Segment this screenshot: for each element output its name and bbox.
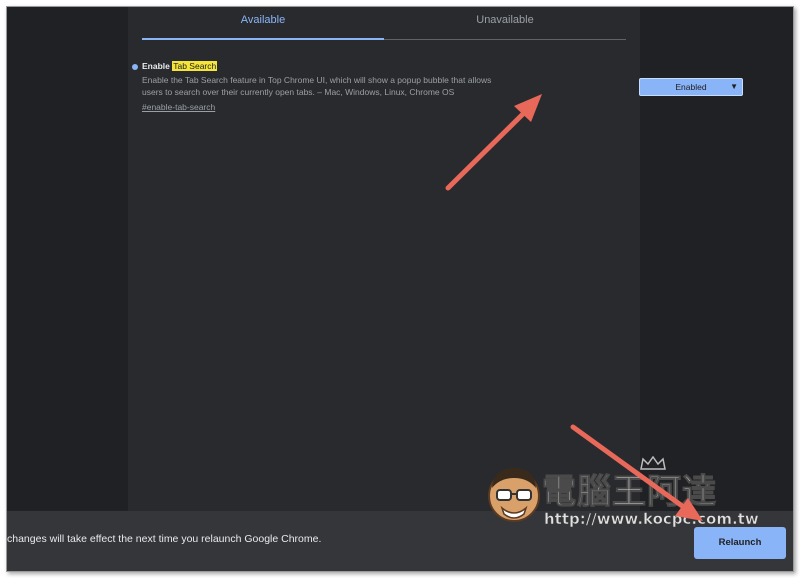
experiment-title: Enable Tab Search xyxy=(142,61,218,71)
relaunch-message: changes will take effect the next time y… xyxy=(7,533,322,545)
search-highlight: Tab Search xyxy=(172,61,218,71)
tab-available[interactable]: Available xyxy=(142,7,384,40)
left-margin xyxy=(7,7,128,511)
experiment-state-select[interactable]: Enabled ▼ xyxy=(639,78,743,96)
tab-bar: Available Unavailable xyxy=(142,7,626,40)
select-value: Enabled xyxy=(675,82,707,92)
tab-unavailable[interactable]: Unavailable xyxy=(384,7,626,39)
relaunch-button[interactable]: Relaunch xyxy=(694,527,786,559)
screenshot-frame: Available Unavailable Enable Tab Search … xyxy=(6,6,794,572)
experiment-description: Enable the Tab Search feature in Top Chr… xyxy=(142,75,492,97)
flags-panel: Available Unavailable Enable Tab Search … xyxy=(128,7,743,511)
experiment-permalink[interactable]: #enable-tab-search xyxy=(142,102,215,112)
new-experiment-dot xyxy=(132,64,138,70)
experiment-title-prefix: Enable xyxy=(142,61,173,71)
relaunch-bar: changes will take effect the next time y… xyxy=(7,511,793,571)
chevron-down-icon: ▼ xyxy=(730,82,738,91)
